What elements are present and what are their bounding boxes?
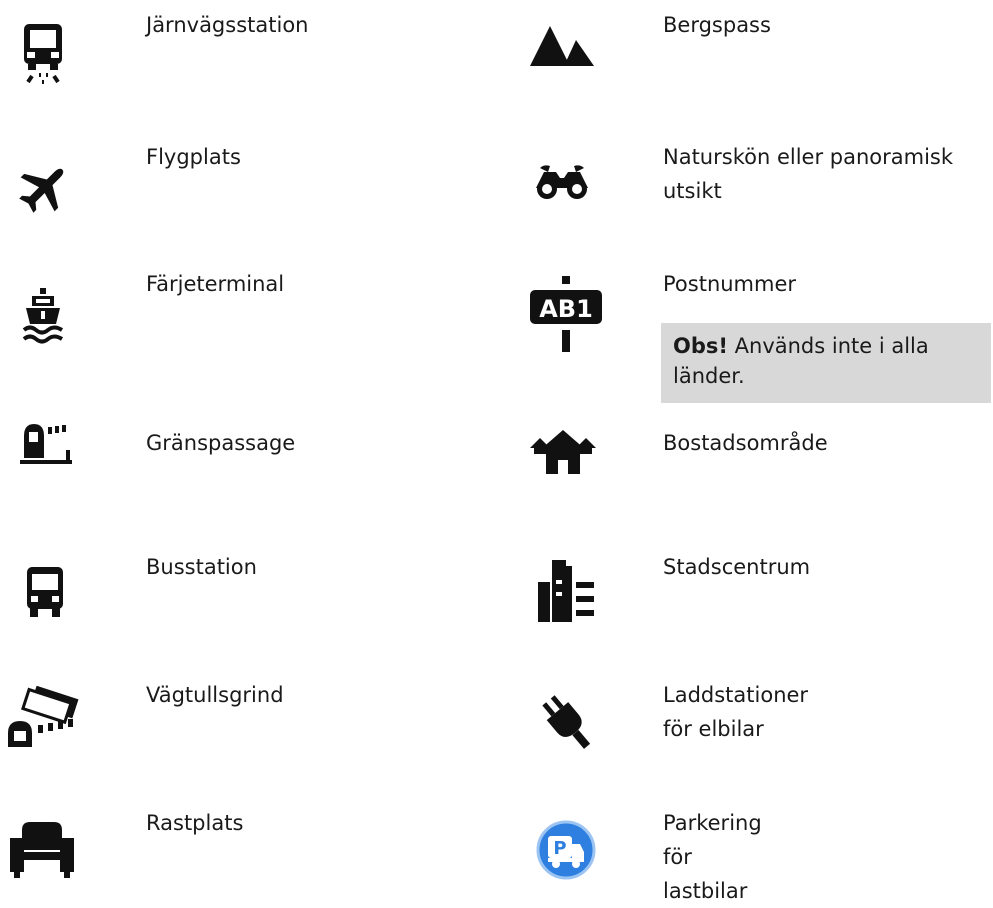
train-station-icon [22,22,66,88]
list-item-label: Laddstationer för elbilar [663,683,809,741]
list-item-label: Flygplats [146,145,241,169]
note-bold-label: Obs! [673,334,728,358]
list-item-label: Stadscentrum [663,555,811,579]
ev-charging-icon [534,694,600,752]
mountain-pass-icon [530,24,594,66]
city-centre-icon [538,560,602,622]
toll-gate-icon [6,683,96,747]
postcode-icon: AB1 [530,276,602,356]
rest-area-icon [10,822,74,878]
list-item-label: Järnvägsstation [146,13,309,37]
ferry-terminal-icon [22,288,64,344]
list-item-label: Rastplats [146,811,244,835]
list-item-label: Bostadsområde [663,431,828,455]
residential-area-icon [530,428,596,474]
airport-icon [16,160,72,216]
postcode-icon-text: AB1 [539,295,593,323]
list-item-label: Busstation [146,555,257,579]
list-item-label: Gränspassage [146,431,296,455]
list-item-label: Naturskön eller panoramisk utsikt [663,145,954,203]
scenic-view-icon [534,164,590,200]
list-item-label: Bergspass [663,13,771,37]
bus-station-icon [26,566,64,618]
truck-parking-icon-text: P [553,838,566,859]
list-item-label: Parkering för lastbilar [663,811,762,903]
list-item-label: Vägtullsgrind [146,683,284,707]
truck-parking-icon: P [536,820,596,880]
list-item-label: Färjeterminal [146,272,285,296]
list-item-label: Postnummer [663,272,797,296]
border-crossing-icon [18,418,74,468]
note-box: Obs! Används inte i alla länder. [661,323,991,403]
